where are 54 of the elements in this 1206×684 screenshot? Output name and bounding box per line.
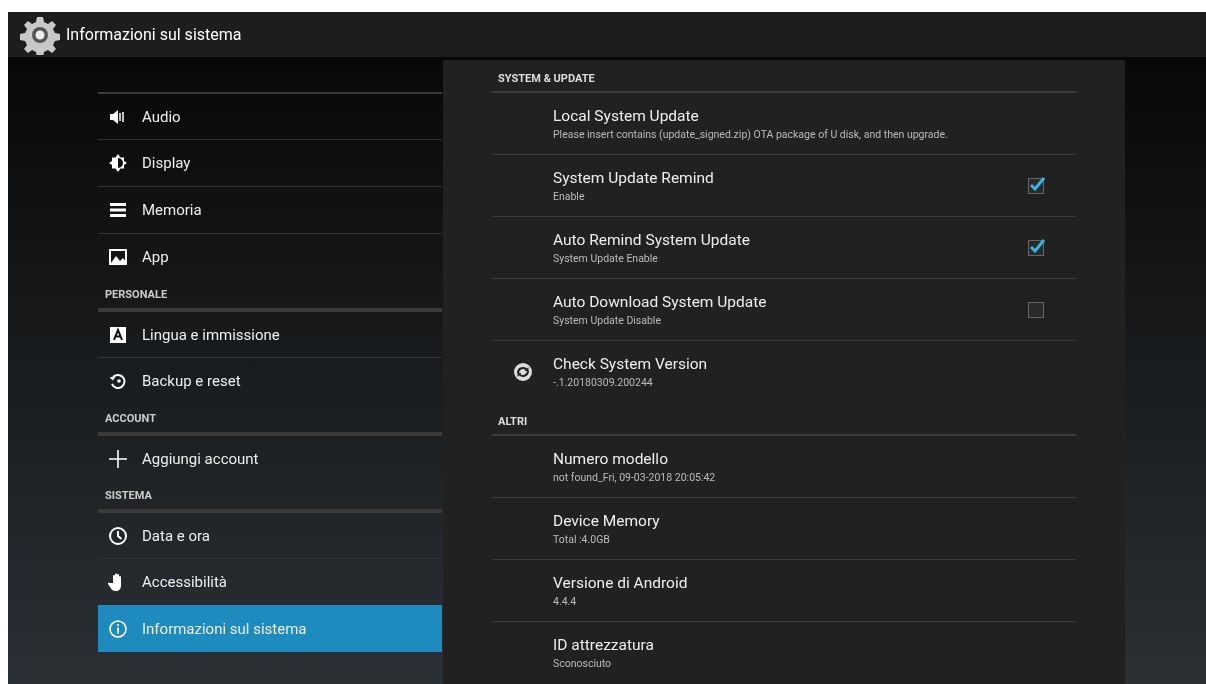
- settings-row[interactable]: Device Memory Total :4.0GB: [492, 498, 1076, 560]
- menu-item[interactable]: App: [98, 233, 442, 280]
- brightness-icon: [108, 153, 128, 173]
- menu-item[interactable]: Aggiungi account: [98, 434, 442, 481]
- settings-row[interactable]: ID attrezzatura Sconosciuto: [492, 622, 1076, 684]
- settings-row[interactable]: Check System Version -.1.20180309.200244: [492, 341, 1076, 403]
- section-header: PERSONALE: [98, 280, 442, 310]
- settings-row[interactable]: Auto Download System Update System Update Disable: [492, 279, 1076, 341]
- setting-title: Auto Download System Update: [553, 292, 768, 311]
- settings-row[interactable]: System Update Remind Enable: [492, 155, 1076, 217]
- setting-summary: Total :4.0GB: [553, 532, 611, 546]
- setting-summary: System Update Enable: [553, 251, 659, 265]
- settings-row[interactable]: Numero modello not found_Fri, 09-03-2018 20:05:42: [492, 436, 1076, 498]
- section-header: ALTRI: [492, 403, 1076, 436]
- setting-title: ID attrezzatura: [553, 636, 655, 654]
- setting-title: Numero modello: [553, 449, 669, 468]
- settings-row[interactable]: Auto Remind System Update System Update Enable: [492, 217, 1076, 279]
- section-header: SYSTEM & UPDATE: [492, 60, 1076, 93]
- list-icon: [108, 200, 128, 220]
- screen-title: Informazioni sul sistema: [66, 25, 242, 44]
- setting-summary: Enable: [553, 189, 586, 203]
- setting-title: Local System Update: [553, 106, 700, 125]
- setting-title: Versione di Android: [553, 573, 689, 592]
- info-icon: [108, 619, 128, 639]
- menu-item[interactable]: Lingua e immissione: [98, 310, 442, 357]
- menu-item[interactable]: Memoria: [98, 186, 442, 233]
- setting-title: Check System Version: [553, 355, 709, 373]
- section-header: ACCOUNT: [98, 404, 442, 434]
- setting-summary: System Update Disable: [553, 313, 662, 327]
- clock-icon: [108, 525, 128, 546]
- setting-summary: not found_Fri, 09-03-2018 20:05:42: [553, 470, 717, 484]
- letter-box-icon: [108, 324, 128, 345]
- checkbox[interactable]: [1028, 177, 1044, 194]
- menu-item[interactable]: Backup e reset: [98, 357, 442, 404]
- setting-summary: Sconosciuto: [553, 657, 613, 670]
- plus-icon: [108, 448, 128, 469]
- setting-summary: -.1.20180309.200244: [553, 376, 654, 389]
- setting-title: Auto Remind System Update: [553, 230, 751, 249]
- setting-title: System Update Remind: [553, 168, 715, 187]
- settings-row[interactable]: Versione di Android 4.4.4: [492, 560, 1076, 622]
- settings-icon: [20, 14, 60, 55]
- settings-row[interactable]: Local System Update Please insert contains (update_signed.zip) OTA package of U disk, and then upgrade.: [492, 93, 1076, 155]
- sync-icon: [512, 362, 533, 382]
- setting-title: Device Memory: [553, 511, 661, 530]
- image-icon: [108, 247, 128, 267]
- menu-item[interactable]: Display: [98, 139, 442, 186]
- setting-summary: Please insert contains (update_signed.zip) OTA package of U disk, and then upgrade.: [553, 127, 949, 141]
- menu-item[interactable]: Audio: [98, 92, 442, 139]
- section-header: SISTEMA: [98, 481, 442, 511]
- checkbox[interactable]: [1028, 301, 1044, 318]
- setting-summary: 4.4.4: [553, 594, 578, 608]
- menu-item[interactable]: Data e ora: [98, 511, 442, 558]
- checkbox[interactable]: [1028, 239, 1044, 256]
- restore-icon: [108, 371, 128, 391]
